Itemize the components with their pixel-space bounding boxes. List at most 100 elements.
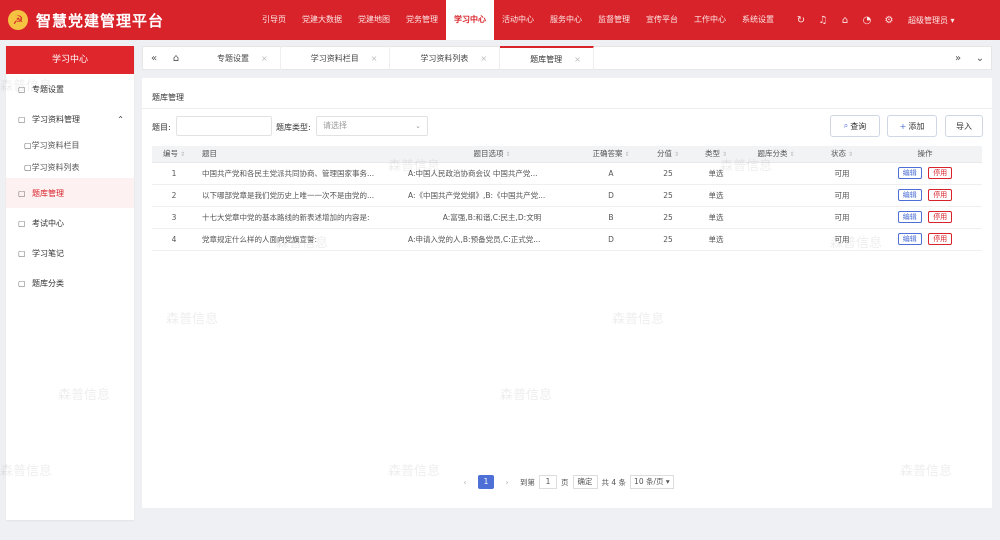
col-score[interactable]: 分值 ⇕	[640, 146, 696, 163]
col-label: 分值	[656, 149, 672, 159]
goto-page-input[interactable]: 1	[539, 475, 557, 489]
pagination: ‹ 1 › 到第 1 页 确定 共 4 条 10 条/页 ▾	[458, 475, 674, 489]
double-chevron-right-icon[interactable]: »	[947, 53, 969, 64]
sidebar-item-material-columns[interactable]: ▢ 学习资料栏目	[6, 134, 134, 156]
sidebar-item-label: 学习资料列表	[31, 162, 80, 172]
col-label: 编号	[162, 149, 178, 159]
lock-icon[interactable]: ◔	[856, 15, 878, 26]
table-row[interactable]: 3 十七大党章中党的基本路线的新表述增加的内容是: A:富强,B:和谐,C:民主…	[152, 206, 982, 229]
col-type[interactable]: 类型 ⇕	[696, 146, 736, 163]
cell-answer: A	[582, 162, 640, 185]
search-button[interactable]: ⌕ 查询	[830, 115, 880, 137]
sidebar-item-bank-category[interactable]: ▢ 题库分类	[6, 268, 134, 298]
chevron-left-icon[interactable]: ‹	[458, 478, 472, 487]
col-category[interactable]: 题库分类 ⇕	[736, 146, 816, 163]
page-size-select[interactable]: 10 条/页 ▾	[630, 475, 674, 489]
tab-question-bank[interactable]: 题库管理 ×	[500, 46, 594, 70]
disable-button[interactable]: 停用	[928, 189, 953, 201]
refresh-icon[interactable]: ↻	[790, 15, 812, 26]
tab-material-columns[interactable]: 学习资料栏目 ×	[281, 46, 391, 70]
home-icon[interactable]: ⌂	[165, 53, 187, 64]
cell-type: 单选	[696, 228, 736, 251]
table-row[interactable]: 2 以下哪部党章是我们党历史上唯一一次不是由党的... A:《中国共产党党纲》,…	[152, 184, 982, 207]
nav-map[interactable]: 党建地图	[350, 0, 398, 40]
nav-work[interactable]: 工作中心	[686, 0, 734, 40]
add-button-label: 添加	[908, 121, 925, 131]
sort-icon: ⇕	[624, 151, 630, 159]
type-filter-select[interactable]: 请选择 ⌄	[316, 116, 428, 136]
nav-guide[interactable]: 引导页	[254, 0, 294, 40]
edit-button[interactable]: 编辑	[897, 211, 922, 223]
cell-title: 党章规定什么样的人面向党旗宣誓:	[196, 228, 402, 251]
cell-status: 可用	[816, 184, 868, 207]
nav-service[interactable]: 服务中心	[542, 0, 590, 40]
confirm-button[interactable]: 确定	[572, 475, 598, 489]
import-button[interactable]: 导入	[945, 115, 983, 137]
add-button[interactable]: + 添加	[887, 115, 937, 137]
cell-category	[736, 206, 816, 229]
cell-type: 单选	[696, 206, 736, 229]
question-table: 编号 ⇕ 题目 题目选项 ⇕ 正确答案 ⇕ 分值 ⇕ 类型 ⇕ 题库分类 ⇕ 状态 ⇕ 操作 …	[152, 146, 982, 251]
sidebar-item-label: 题库管理	[32, 188, 64, 198]
col-title[interactable]: 题目	[196, 146, 402, 163]
disable-button[interactable]: 停用	[928, 167, 953, 179]
home-icon[interactable]: ⌂	[834, 15, 856, 26]
nav-activity[interactable]: 活动中心	[494, 0, 542, 40]
sidebar-group-materials[interactable]: ▢ 学习资料管理 ⌃	[6, 104, 134, 134]
settings-icon[interactable]: ⚙	[878, 15, 900, 26]
page-title: 题库管理	[152, 93, 184, 102]
title-filter-label: 题目:	[152, 123, 171, 132]
header-tools: ↻ ♫ ⌂ ◔ ⚙	[790, 15, 900, 26]
col-status[interactable]: 状态 ⇕	[816, 146, 868, 163]
title-filter-input[interactable]	[176, 116, 272, 136]
nav-supervise[interactable]: 监督管理	[590, 0, 638, 40]
main-panel: 题库管理 题目: 题库类型: 请选择 ⌄ ⌕ 查询 + 添加 导入 编号 ⇕ 题目…	[142, 78, 992, 508]
col-label: 状态	[830, 149, 846, 159]
nav-affairs[interactable]: 党务管理	[398, 0, 446, 40]
sidebar-item-topic[interactable]: ▢ 专题设置	[6, 74, 134, 104]
tab-material-list[interactable]: 学习资料列表 ×	[390, 46, 501, 70]
close-icon[interactable]: ×	[371, 54, 378, 63]
bell-icon[interactable]: ♫	[812, 15, 834, 26]
nav-system[interactable]: 系统设置	[734, 0, 782, 40]
close-icon[interactable]: ×	[480, 54, 487, 63]
nav-bigdata[interactable]: 党建大数据	[294, 0, 350, 40]
sidebar-item-exam[interactable]: ▢ 考试中心	[6, 208, 134, 238]
cell-actions: 编辑 停用	[868, 206, 982, 229]
edit-button[interactable]: 编辑	[897, 189, 922, 201]
disable-button[interactable]: 停用	[928, 211, 953, 223]
table-row[interactable]: 4 党章规定什么样的人面向党旗宣誓: A:申请入党的人,B:预备党员,C:正式党…	[152, 228, 982, 251]
edit-button[interactable]: 编辑	[897, 233, 922, 245]
nav-publicity[interactable]: 宣传平台	[638, 0, 686, 40]
party-emblem-icon: ☭	[8, 10, 28, 30]
cell-actions: 编辑 停用	[868, 228, 982, 251]
chevron-right-icon[interactable]: ›	[500, 478, 514, 487]
close-icon[interactable]: ×	[574, 55, 581, 64]
sidebar-item-notes[interactable]: ▢ 学习笔记	[6, 238, 134, 268]
col-id[interactable]: 编号 ⇕	[152, 146, 196, 163]
chevron-down-icon[interactable]: ⌄	[969, 53, 991, 64]
user-menu[interactable]: 超级管理员 ▾	[908, 15, 955, 26]
table-row[interactable]: 1 中国共产党和各民主党派共同协商、管理国家事务... A:中国人民政治协商会议…	[152, 162, 982, 185]
doc-icon: ▢	[18, 278, 26, 288]
col-answer[interactable]: 正确答案 ⇕	[582, 146, 640, 163]
tab-label: 学习资料列表	[420, 53, 469, 63]
double-chevron-left-icon[interactable]: «	[143, 53, 165, 64]
tabs-right-controls: » ⌄	[947, 53, 991, 64]
cell-actions: 编辑 停用	[868, 162, 982, 185]
nav-learning[interactable]: 学习中心	[446, 0, 494, 40]
col-options[interactable]: 题目选项 ⇕	[402, 146, 582, 163]
tab-topic[interactable]: 专题设置 ×	[187, 46, 281, 70]
sidebar-item-material-list[interactable]: ▢ 学习资料列表	[6, 156, 134, 178]
cell-type: 单选	[696, 162, 736, 185]
page-current[interactable]: 1	[478, 475, 494, 489]
doc-icon: ▢	[18, 114, 26, 124]
brand[interactable]: ☭ 智慧党建管理平台	[8, 10, 248, 31]
disable-button[interactable]: 停用	[928, 233, 953, 245]
sidebar-item-question-bank[interactable]: ▢ 题库管理	[6, 178, 134, 208]
sidebar-item-label: 专题设置	[32, 84, 64, 94]
doc-icon: ▢	[18, 248, 26, 258]
cell-answer: B	[582, 206, 640, 229]
close-icon[interactable]: ×	[261, 54, 268, 63]
edit-button[interactable]: 编辑	[897, 167, 922, 179]
